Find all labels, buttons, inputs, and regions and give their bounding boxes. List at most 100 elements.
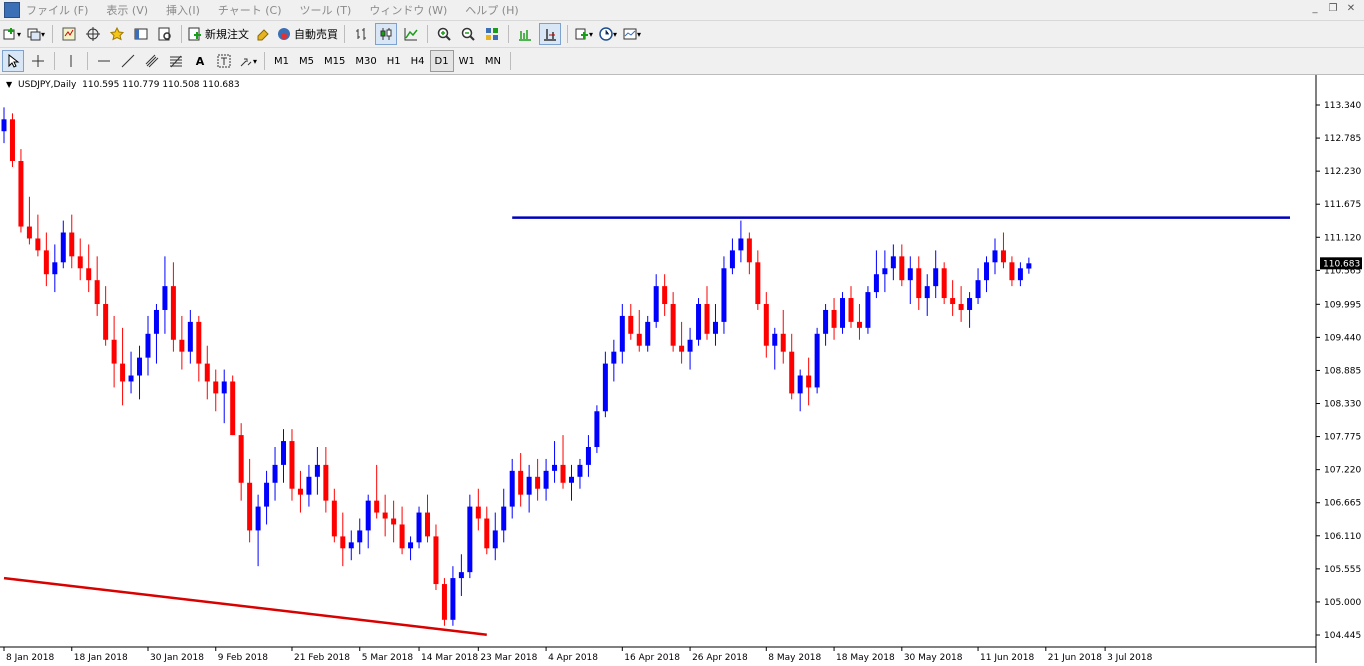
- auto-trading-button[interactable]: 自動売買: [277, 24, 338, 44]
- candle-body: [535, 476, 541, 489]
- indicators-icon: [575, 28, 588, 40]
- menu-insert[interactable]: 挿入(I): [166, 2, 200, 18]
- market-watch-button[interactable]: [59, 24, 79, 44]
- candle-body: [1, 119, 7, 132]
- text-button[interactable]: A: [190, 51, 210, 71]
- zoom-out-button[interactable]: [458, 24, 478, 44]
- candle-body: [52, 262, 58, 275]
- candle-body: [77, 256, 83, 269]
- line-chart-button[interactable]: [401, 24, 421, 44]
- tester-icon: [158, 27, 171, 41]
- equidistant-channel-button[interactable]: [142, 51, 162, 71]
- y-tick-label: 104.445: [1324, 631, 1361, 641]
- y-tick-label: 111.675: [1324, 200, 1361, 210]
- menu-chart[interactable]: チャート (C): [218, 2, 282, 18]
- channel-icon: [145, 54, 159, 68]
- bar-chart-button[interactable]: [351, 24, 371, 44]
- cursor-button[interactable]: [2, 50, 24, 72]
- chart-window[interactable]: 113.340 112.785 112.230 111.675 111.120 110.5…: [0, 75, 1364, 663]
- candle-body: [120, 363, 126, 382]
- candle-body: [297, 488, 303, 495]
- fibonacci-button[interactable]: [166, 51, 186, 71]
- chart-menu-arrow-icon[interactable]: ▼: [6, 80, 12, 89]
- candle-body: [721, 268, 727, 322]
- horizontal-line-button[interactable]: [94, 51, 114, 71]
- candle-body: [408, 542, 414, 549]
- timeframe-m15[interactable]: M15: [319, 50, 350, 72]
- new-chart-button[interactable]: ▾: [2, 24, 22, 44]
- chart-symbol: USDJPY,Daily: [18, 80, 77, 90]
- restore-icon[interactable]: ❐: [1326, 2, 1340, 16]
- crosshair-nav-button[interactable]: [83, 24, 103, 44]
- candle-body: [238, 435, 244, 483]
- chart-shift-button[interactable]: [515, 24, 535, 44]
- candle-body: [314, 464, 320, 477]
- profiles-button[interactable]: ▾: [26, 24, 46, 44]
- candle-body: [1009, 262, 1015, 281]
- trendline-button[interactable]: [118, 51, 138, 71]
- vertical-line-button[interactable]: [61, 51, 81, 71]
- candle-body: [9, 119, 15, 162]
- meta-editor-button[interactable]: [253, 24, 273, 44]
- x-tick-label: 26 Apr 2018: [692, 653, 748, 663]
- text-label-button[interactable]: [214, 51, 234, 71]
- timeframe-h4[interactable]: H4: [406, 50, 430, 72]
- auto-scroll-icon: [544, 29, 556, 41]
- close-icon[interactable]: ✕: [1344, 2, 1358, 16]
- candle-body: [653, 286, 659, 322]
- zoom-out-icon: [461, 27, 475, 41]
- menu-window[interactable]: ウィンドウ (W): [369, 2, 447, 18]
- timeframe-h1[interactable]: H1: [382, 50, 406, 72]
- candle-body: [382, 512, 388, 519]
- candle-body: [789, 351, 795, 394]
- star-icon: [110, 27, 124, 41]
- candle-body: [645, 321, 651, 346]
- candle-body: [137, 357, 143, 376]
- terminal-button[interactable]: [131, 24, 151, 44]
- timeframe-m1[interactable]: M1: [269, 50, 294, 72]
- trendline-icon: [121, 54, 135, 68]
- cursor-icon: [8, 54, 20, 68]
- candle-body: [746, 238, 752, 263]
- timeframe-m5[interactable]: M5: [294, 50, 319, 72]
- candle-body: [1017, 268, 1023, 281]
- auto-scroll-button[interactable]: [539, 23, 561, 45]
- new-order-icon: [188, 27, 201, 41]
- candle-body: [552, 464, 558, 471]
- x-tick-label: 21 Feb 2018: [294, 653, 350, 663]
- timeframe-m30[interactable]: M30: [350, 50, 381, 72]
- templates-button[interactable]: ▾: [622, 24, 642, 44]
- menu-view[interactable]: 表示 (V): [106, 2, 148, 18]
- candle-body: [26, 226, 32, 239]
- x-tick-label: 30 May 2018: [904, 653, 963, 663]
- strategy-tester-button[interactable]: [155, 24, 175, 44]
- candlestick-button[interactable]: [375, 23, 397, 45]
- periods-button[interactable]: ▾: [598, 24, 618, 44]
- menu-file[interactable]: ファイル (F): [26, 2, 88, 18]
- timeframe-d1[interactable]: D1: [429, 50, 454, 72]
- tile-windows-button[interactable]: [482, 24, 502, 44]
- new-order-button[interactable]: 新規注文: [188, 24, 249, 44]
- crosshair-button[interactable]: [28, 51, 48, 71]
- candle-body: [924, 286, 930, 299]
- minimize-icon[interactable]: _: [1308, 2, 1322, 16]
- menu-help[interactable]: ヘルプ (H): [465, 2, 518, 18]
- x-tick-label: 8 Jan 2018: [6, 653, 54, 663]
- candle-body: [179, 339, 185, 352]
- y-tick-label: 113.340: [1324, 101, 1361, 111]
- y-tick-label: 106.110: [1324, 532, 1361, 542]
- timeframe-mn[interactable]: MN: [480, 50, 506, 72]
- indicators-button[interactable]: ▾: [574, 24, 594, 44]
- arrows-button[interactable]: ▾: [238, 51, 258, 71]
- zoom-in-button[interactable]: [434, 24, 454, 44]
- menu-tools[interactable]: ツール (T): [300, 2, 352, 18]
- price-chart[interactable]: 113.340 112.785 112.230 111.675 111.120 110.5…: [0, 75, 1364, 663]
- candle-body: [281, 441, 287, 465]
- favorites-button[interactable]: [107, 24, 127, 44]
- crosshair-icon: [32, 55, 44, 67]
- x-tick-label: 9 Feb 2018: [218, 653, 269, 663]
- timeframe-w1[interactable]: W1: [454, 50, 480, 72]
- candle-body: [264, 482, 270, 507]
- candle-body: [636, 333, 642, 346]
- chart-ohlc: 110.595 110.779 110.508 110.683: [82, 80, 240, 90]
